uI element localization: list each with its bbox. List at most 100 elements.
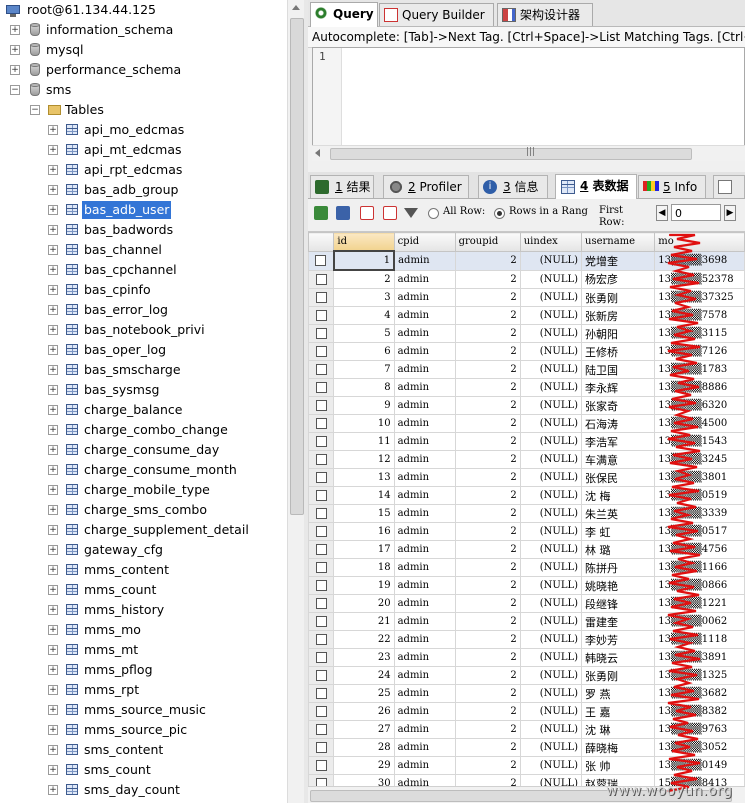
row-checkbox[interactable] [315,382,327,393]
row-select-cell[interactable] [308,540,335,559]
table-row[interactable]: 3 admin 2 (NULL) 张勇刚 13▒▒▒▒37325 [308,288,745,307]
cell-mobile[interactable]: 13▒▒▒▒3698 [654,250,745,271]
row-select-cell[interactable] [308,702,335,721]
cell-cpid[interactable]: admin [393,360,456,379]
row-select-cell[interactable] [308,630,335,649]
cell-groupid[interactable]: 2 [454,630,521,649]
cell-cpid[interactable]: admin [393,250,456,271]
cell-cpid[interactable]: admin [393,414,456,433]
row-checkbox[interactable] [315,436,327,447]
cell-id[interactable]: 23 [333,648,395,667]
expand-icon[interactable]: + [48,565,58,575]
expand-icon[interactable]: + [48,265,58,275]
next-page-button[interactable]: ▶ [724,205,736,221]
table-row[interactable]: 2 admin 2 (NULL) 杨宏彦 13▒▒▒▒52378 [308,269,745,289]
cell-mobile[interactable]: 13▒▒▒▒37325 [654,288,745,307]
expand-icon[interactable]: + [48,745,58,755]
expand-icon[interactable]: + [48,425,58,435]
expand-icon[interactable]: + [48,625,58,635]
row-select-cell[interactable] [308,612,335,631]
expand-icon[interactable]: + [48,205,58,215]
cell-cpid[interactable]: admin [393,342,456,361]
row-select-cell[interactable] [308,684,335,703]
row-select-cell[interactable] [308,558,335,577]
table-row[interactable]: 29 admin 2 (NULL) 张 帅 13▒▒▒▒0149 [308,756,745,775]
cell-groupid[interactable]: 2 [454,306,521,325]
table-row[interactable]: 14 admin 2 (NULL) 沈 梅 13▒▒▒▒0519 [308,486,745,505]
cell-id[interactable]: 6 [333,342,395,361]
table-row[interactable]: 27 admin 2 (NULL) 沈 琳 13▒▒▒▒9763 [308,720,745,739]
cell-cpid[interactable]: admin [393,648,456,667]
cell-cpid[interactable]: admin [393,684,456,703]
cell-groupid[interactable]: 2 [454,288,521,307]
cell-cpid[interactable]: admin [393,504,456,523]
cell-mobile[interactable]: 13▒▒▒▒0517 [654,522,745,541]
cell-username[interactable]: 姚晓艳 [580,576,656,595]
expand-icon[interactable]: + [48,185,58,195]
cell-uindex[interactable]: (NULL) [519,288,583,307]
row-select-cell[interactable] [308,450,335,469]
cell-cpid[interactable]: admin [393,558,456,577]
collapse-icon[interactable]: − [10,85,20,95]
row-select-cell[interactable] [308,396,335,415]
cell-uindex[interactable]: (NULL) [519,684,583,703]
row-select-cell[interactable] [308,414,335,433]
cell-cpid[interactable]: admin [393,540,456,559]
rows-in-range-radio[interactable] [494,208,505,219]
cell-groupid[interactable]: 2 [454,250,521,271]
cell-id[interactable]: 29 [333,756,395,775]
cell-username[interactable]: 张 帅 [580,756,656,775]
table-row[interactable]: 21 admin 2 (NULL) 雷建奎 13▒▒▒▒0062 [308,612,745,631]
cell-username[interactable]: 张新房 [580,306,656,325]
cell-cpid[interactable]: admin [393,720,456,739]
row-select-cell[interactable] [308,666,335,685]
cell-groupid[interactable]: 2 [454,612,521,631]
cell-cpid[interactable]: admin [393,468,456,487]
cell-mobile[interactable]: 13▒▒▒▒3891 [654,648,745,667]
cell-id[interactable]: 7 [333,360,395,379]
cell-id[interactable]: 3 [333,288,395,307]
row-select-cell[interactable] [308,250,335,271]
row-checkbox[interactable] [315,292,327,303]
cell-mobile[interactable]: 13▒▒▒▒52378 [654,269,745,289]
cell-username[interactable]: 张家奇 [580,396,656,415]
expand-icon[interactable]: + [48,325,58,335]
cell-mobile[interactable]: 13▒▒▒▒7578 [654,306,745,325]
cell-cpid[interactable]: admin [393,702,456,721]
cell-id[interactable]: 12 [333,450,395,469]
cell-username[interactable]: 张勇刚 [580,666,656,685]
row-checkbox[interactable] [315,688,327,699]
table-row[interactable]: 8 admin 2 (NULL) 李永辉 13▒▒▒▒8886 [308,378,745,397]
cell-id[interactable]: 20 [333,594,395,613]
cell-mobile[interactable]: 13▒▒▒▒3052 [654,738,745,757]
cell-cpid[interactable]: admin [393,486,456,505]
cell-groupid[interactable]: 2 [454,648,521,667]
row-checkbox[interactable] [315,598,327,609]
row-select-cell[interactable] [308,720,335,739]
table-row[interactable]: 5 admin 2 (NULL) 孙朝阳 13▒▒▒▒3115 [308,324,745,343]
row-select-cell[interactable] [308,360,335,379]
cell-cpid[interactable]: admin [393,269,456,289]
cell-groupid[interactable]: 2 [454,468,521,487]
expand-icon[interactable]: + [48,365,58,375]
table-row[interactable]: 1 admin 2 (NULL) 党增奎 13▒▒▒▒3698 [308,250,745,271]
tree-vertical-scrollbar[interactable] [287,0,305,803]
row-checkbox[interactable] [315,724,327,735]
filter-icon[interactable] [404,208,418,218]
cell-mobile[interactable]: 13▒▒▒▒7126 [654,342,745,361]
cell-id[interactable]: 5 [333,324,395,343]
cell-groupid[interactable]: 2 [454,504,521,523]
expand-icon[interactable]: + [48,165,58,175]
cell-username[interactable]: 雷建奎 [580,612,656,631]
table-row[interactable]: 17 admin 2 (NULL) 林 璐 13▒▒▒▒4756 [308,540,745,559]
row-select-cell[interactable] [308,576,335,595]
row-checkbox[interactable] [315,634,327,645]
column-header-username[interactable]: username [580,232,656,252]
first-row-input[interactable]: 0 [671,204,721,221]
cell-uindex[interactable]: (NULL) [519,612,583,631]
row-checkbox[interactable] [315,418,327,429]
cell-username[interactable]: 沈 琳 [580,720,656,739]
cell-mobile[interactable]: 13▒▒▒▒1543 [654,432,745,451]
cell-groupid[interactable]: 2 [454,522,521,541]
cell-uindex[interactable]: (NULL) [519,702,583,721]
